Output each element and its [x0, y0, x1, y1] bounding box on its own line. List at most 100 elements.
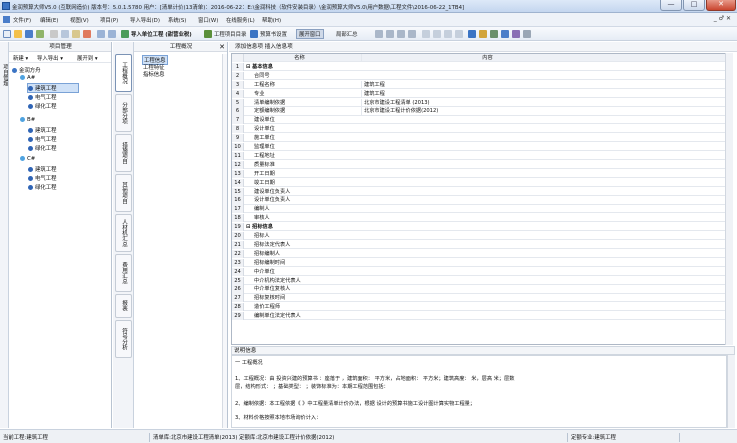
mdi-controls[interactable]: _ ♂ ✕ — [714, 15, 731, 22]
table-row[interactable]: 26 中介单位复核人 — [232, 285, 726, 294]
tree-item[interactable]: 建筑工程 — [27, 83, 79, 93]
new-icon[interactable] — [3, 30, 11, 38]
table-row[interactable]: 23 招标编制时间 — [232, 258, 726, 267]
undo-icon[interactable] — [97, 30, 105, 38]
table-row[interactable]: 8 设计单位 — [232, 125, 726, 134]
table-row[interactable]: 1 ⊟ 基本信息 — [232, 62, 726, 72]
row-content[interactable]: 北京市建设工程清单 (2013) — [361, 98, 611, 107]
table-row[interactable]: 21 招标法定代表人 — [232, 240, 726, 250]
copy-icon[interactable] — [61, 30, 69, 38]
tree-item[interactable]: 绿化工程 — [28, 102, 57, 110]
tab-items[interactable]: 分部分项 — [115, 94, 132, 132]
tree-group-b[interactable]: B# — [20, 117, 35, 123]
panel-splitter[interactable] — [222, 54, 227, 428]
import-export-dropdown[interactable]: 导入导出 ▾ — [37, 54, 63, 62]
table-row[interactable]: 28 造价工程师 — [232, 303, 726, 312]
menu-project[interactable]: 项目(P) — [100, 16, 118, 24]
delete-icon[interactable] — [83, 30, 91, 38]
formula-icon[interactable] — [479, 30, 487, 38]
table-row[interactable]: 27 招标复核时间 — [232, 294, 726, 303]
save-all-icon[interactable] — [36, 30, 44, 38]
tree-item[interactable]: 电气工程 — [28, 93, 57, 101]
tree-root[interactable]: 金润方舟 — [12, 66, 41, 74]
table-row[interactable]: 22 招标编制人 — [232, 249, 726, 258]
add-info-tab[interactable]: 添加信息项 插入信息项 — [229, 44, 293, 50]
move-down-icon[interactable] — [433, 30, 441, 38]
save-icon[interactable] — [25, 30, 33, 38]
next-icon[interactable] — [397, 30, 405, 38]
table-row[interactable]: 9 施工单位 — [232, 134, 726, 143]
table-row[interactable]: 24 中介单位 — [232, 267, 726, 276]
tree-item[interactable]: 建筑工程 — [28, 165, 57, 173]
table-row[interactable]: 15 建设单位负责人 — [232, 187, 726, 196]
desc-editor[interactable]: 一 工程概况 1、工程概况：由 投资兴建的预算书 ：座落于 ，建筑面积： 平方米… — [231, 355, 727, 428]
grid-scrollbar[interactable] — [725, 53, 733, 345]
import-icon[interactable] — [121, 30, 129, 38]
project-dir-icon[interactable] — [204, 30, 212, 38]
first-icon[interactable] — [375, 30, 383, 38]
indent-icon[interactable] — [444, 30, 452, 38]
menu-help[interactable]: 帮助(H) — [262, 16, 281, 24]
menu-import-export[interactable]: 导入导出(D) — [130, 16, 160, 24]
tab-fees[interactable]: 费用汇总 — [115, 254, 132, 292]
close-button[interactable]: ✕ — [706, 0, 736, 11]
summary-button[interactable]: 局部汇总 — [336, 30, 358, 38]
row-content[interactable]: 北京市建设工程计价依据(2012) — [361, 107, 611, 116]
menu-window[interactable]: 窗口(W) — [198, 16, 218, 24]
table-row[interactable]: 2 合同号 — [232, 71, 726, 80]
menu-system[interactable]: 系统(S) — [168, 16, 186, 24]
tab-other[interactable]: 其他项目 — [115, 174, 132, 212]
tree-group-a[interactable]: A# — [20, 75, 35, 81]
table-row[interactable]: 11 工程地址 — [232, 151, 726, 161]
redo-icon[interactable] — [108, 30, 116, 38]
table-row[interactable]: 12 质量标准 — [232, 160, 726, 169]
overview-item-index[interactable]: 指标信息 — [143, 70, 165, 78]
table-row[interactable]: 19 ⊟ 招标信息 — [232, 223, 726, 232]
table-row[interactable]: 29 编制单位法定代表人 — [232, 312, 726, 321]
preview-icon[interactable] — [250, 30, 258, 38]
tree-item[interactable]: 绿化工程 — [28, 183, 57, 191]
table-row[interactable]: 10 监理单位 — [232, 143, 726, 152]
menu-edit[interactable]: 编辑(E) — [40, 16, 58, 24]
tab-materials[interactable]: 人材机汇总 — [115, 214, 132, 252]
table-row[interactable]: 7 建设单位 — [232, 116, 726, 125]
table-row[interactable]: 25 中介机构法定代表人 — [232, 276, 726, 285]
close-icon[interactable]: ✕ — [219, 42, 225, 51]
project-vtab[interactable]: 项目管理 — [0, 42, 9, 428]
preview-button[interactable]: 预算书设置 — [260, 30, 287, 38]
menu-online[interactable]: 在线服务(L) — [226, 16, 255, 24]
move-up-icon[interactable] — [422, 30, 430, 38]
minimize-button[interactable]: — — [660, 0, 682, 11]
tree-item[interactable]: 建筑工程 — [28, 126, 57, 134]
table-row[interactable]: 6 定额编制依据 北京市建设工程计价依据(2012) — [232, 107, 726, 116]
tree-item[interactable]: 电气工程 — [28, 135, 57, 143]
tree-item[interactable]: 电气工程 — [28, 174, 57, 182]
table-row[interactable]: 13 开工日期 — [232, 169, 726, 178]
filter-icon[interactable] — [490, 30, 498, 38]
outdent-icon[interactable] — [455, 30, 463, 38]
table-row[interactable]: 14 竣工日期 — [232, 178, 726, 187]
cut-icon[interactable] — [50, 30, 58, 38]
grid-icon[interactable] — [468, 30, 476, 38]
table-row[interactable]: 5 清单编制依据 北京市建设工程清单 (2013) — [232, 98, 726, 107]
page-window-button[interactable]: 展开窗口 — [296, 29, 324, 39]
table-row[interactable]: 20 招标人 — [232, 232, 726, 241]
tab-reports[interactable]: 报表 — [115, 294, 132, 318]
table-row[interactable]: 4 专业 建筑工程 — [232, 89, 726, 98]
table-row[interactable]: 16 设计单位负责人 — [232, 196, 726, 205]
settings-icon[interactable] — [523, 30, 531, 38]
last-icon[interactable] — [408, 30, 416, 38]
desc-scrollbar[interactable] — [727, 355, 735, 428]
prev-icon[interactable] — [386, 30, 394, 38]
tab-overview[interactable]: 工程概况 — [115, 54, 132, 92]
import-unit-button[interactable]: 导入单位工程 (甜营业税) — [131, 30, 192, 38]
table-row[interactable]: 18 审核人 — [232, 214, 726, 223]
table-row[interactable]: 3 工程名称 建筑工程 — [232, 80, 726, 89]
new-dropdown[interactable]: 新建 ▾ — [13, 54, 28, 62]
open-icon[interactable] — [14, 30, 22, 38]
project-dir-button[interactable]: 工程项目目录 — [214, 30, 246, 38]
tab-analysis[interactable]: 符号分析 — [115, 320, 132, 358]
row-content[interactable]: 建筑工程 — [361, 80, 611, 89]
expand-dropdown[interactable]: 展开到 ▾ — [77, 54, 98, 62]
row-content[interactable]: 建筑工程 — [361, 89, 611, 98]
